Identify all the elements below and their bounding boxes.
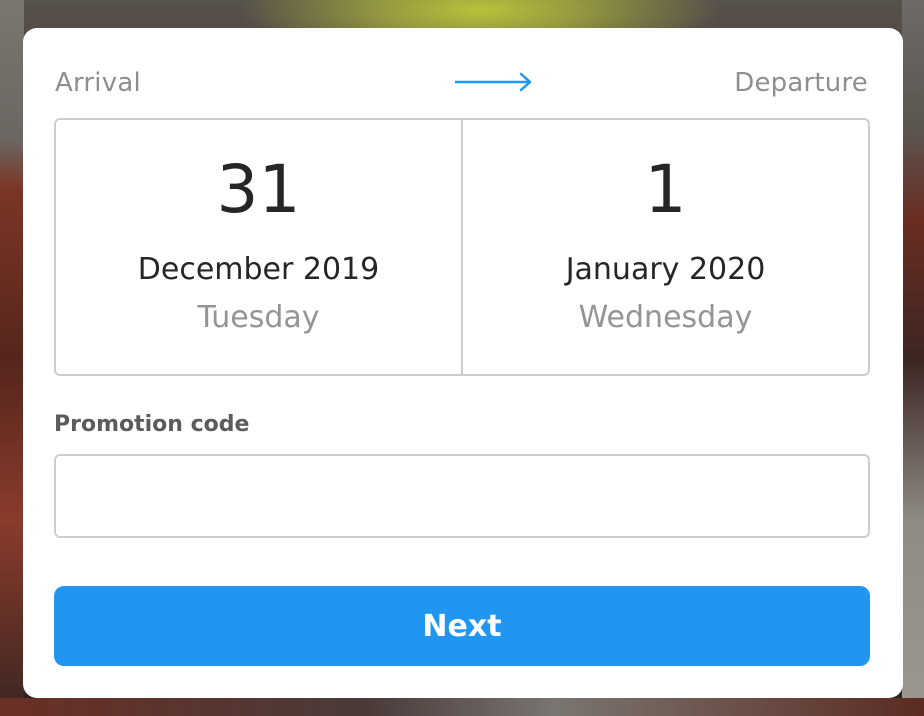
departure-day: 1 (644, 151, 687, 228)
promotion-code-label: Promotion code (54, 412, 250, 437)
arrival-date-picker[interactable]: 31 December 2019 Tuesday (56, 120, 461, 374)
background-bottom-edge (0, 698, 924, 716)
arrival-weekday: Tuesday (197, 300, 320, 335)
departure-date-picker[interactable]: 1 January 2020 Wednesday (461, 120, 868, 374)
next-button[interactable]: Next (54, 586, 870, 666)
booking-card: Arrival Departure 31 December 2019 Tuesd… (23, 28, 903, 698)
background-left-edge (0, 0, 24, 716)
arrival-day: 31 (216, 151, 301, 228)
arrival-month-year: December 2019 (137, 252, 380, 287)
departure-label: Departure (734, 68, 868, 98)
promotion-code-input[interactable] (54, 454, 870, 538)
date-range-header: Arrival Departure (55, 66, 868, 100)
date-selector: 31 December 2019 Tuesday 1 January 2020 … (54, 118, 870, 376)
departure-month-year: January 2020 (565, 252, 766, 287)
arrival-label: Arrival (55, 68, 141, 98)
arrow-right-icon (455, 72, 532, 92)
departure-weekday: Wednesday (578, 300, 753, 335)
background-right-edge (902, 0, 924, 716)
